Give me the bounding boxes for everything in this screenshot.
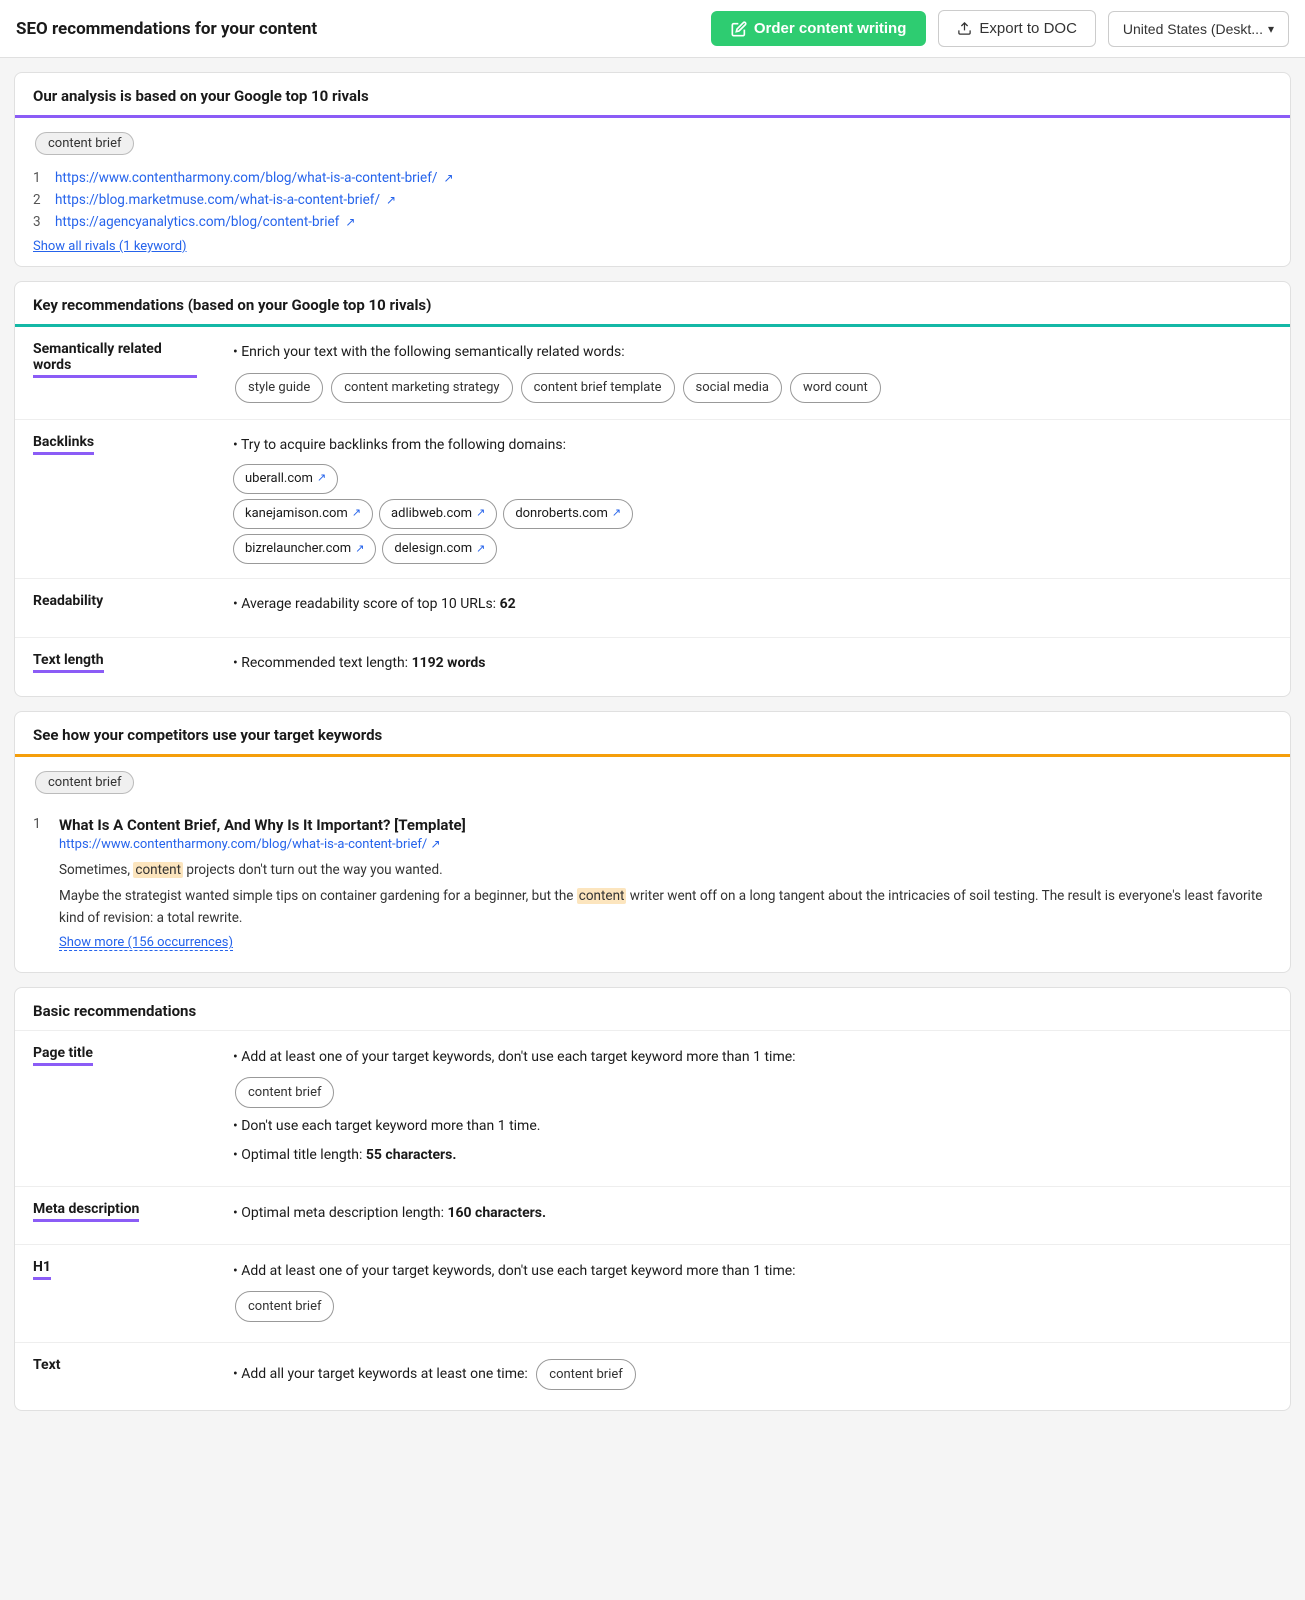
semantically-tags-row: style guide content marketing strategy c… (233, 371, 1272, 405)
competitor-item-1: 1 What Is A Content Brief, And Why Is It… (33, 806, 1272, 961)
meta-description-label: Meta description (15, 1187, 215, 1245)
external-link-icon: ↗ (612, 504, 621, 523)
external-link-icon-3: ↗ (345, 215, 355, 229)
h1-tag-wrap: content brief (233, 1289, 1272, 1324)
key-rec-table: Semantically related words • Enrich your… (15, 327, 1290, 696)
page-title-tag-wrap: content brief (233, 1075, 1272, 1110)
competitors-keyword-tag[interactable]: content brief (35, 771, 134, 794)
competitor-excerpt-1: Sometimes, content projects don't turn o… (59, 860, 1272, 882)
competitors-heading: See how your competitors use your target… (15, 712, 1290, 757)
competitors-card: See how your competitors use your target… (14, 711, 1291, 974)
external-link-icon-comp: ↗ (431, 837, 441, 851)
page-title-content: • Add at least one of your target keywor… (215, 1031, 1290, 1186)
external-link-icon-2: ↗ (386, 193, 396, 207)
chevron-down-icon: ▾ (1268, 22, 1274, 36)
rivals-section-body: content brief 1 https://www.contentharmo… (15, 118, 1290, 266)
backlinks-content: • Try to acquire backlinks from the foll… (215, 419, 1290, 578)
sem-tag-1[interactable]: content marketing strategy (331, 373, 512, 403)
country-selector-button[interactable]: United States (Deskt... ▾ (1108, 11, 1289, 47)
competitors-tags: content brief (33, 769, 1272, 796)
sem-tag-2[interactable]: content brief template (521, 373, 675, 403)
competitor-rank-1: 1 (33, 816, 49, 832)
export-to-doc-button[interactable]: Export to DOC (938, 10, 1096, 47)
backlink-tag-3[interactable]: donroberts.com ↗ (503, 499, 633, 529)
competitor-excerpt-2: Maybe the strategist wanted simple tips … (59, 886, 1272, 929)
sem-tag-0[interactable]: style guide (235, 373, 323, 403)
text-length-content: • Recommended text length: 1192 words (215, 637, 1290, 695)
text-label: Text (15, 1343, 215, 1411)
key-rec-card: Key recommendations (based on your Googl… (14, 281, 1291, 697)
rival-item-2: 2 https://blog.marketmuse.com/what-is-a-… (33, 189, 1272, 211)
page-header: SEO recommendations for your content Ord… (0, 0, 1305, 58)
text-length-label: Text length (15, 637, 215, 695)
backlinks-row-3: bizrelauncher.com ↗ delesign.com ↗ (233, 534, 1272, 564)
backlink-tag-5[interactable]: delesign.com ↗ (382, 534, 497, 564)
competitor-url-1: https://www.contentharmony.com/blog/what… (59, 837, 1272, 852)
competitors-body: content brief 1 What Is A Content Brief,… (15, 757, 1290, 973)
page-title-keyword-tag[interactable]: content brief (235, 1077, 334, 1108)
text-row: Text • Add all your target keywords at l… (15, 1343, 1290, 1411)
rivals-keyword-tag[interactable]: content brief (35, 132, 134, 155)
semantically-related-row: Semantically related words • Enrich your… (15, 327, 1290, 419)
rivals-card-heading: Our analysis is based on your Google top… (15, 73, 1290, 118)
page-title: SEO recommendations for your content (16, 19, 699, 39)
external-link-icon: ↗ (476, 540, 485, 559)
order-content-writing-button[interactable]: Order content writing (711, 11, 927, 46)
rival-item-3: 3 https://agencyanalytics.com/blog/conte… (33, 211, 1272, 233)
competitor-link-1[interactable]: https://www.contentharmony.com/blog/what… (59, 837, 427, 852)
semantically-related-label: Semantically related words (15, 327, 215, 419)
page-title-label: Page title (15, 1031, 215, 1186)
readability-content: • Average readability score of top 10 UR… (215, 578, 1290, 637)
competitor-title-1: What Is A Content Brief, And Why Is It I… (59, 816, 1272, 834)
h1-label: H1 (15, 1245, 215, 1343)
external-link-icon: ↗ (317, 469, 326, 488)
sem-tag-4[interactable]: word count (790, 373, 881, 403)
show-all-rivals-link[interactable]: Show all rivals (1 keyword) (33, 239, 187, 254)
h1-content: • Add at least one of your target keywor… (215, 1245, 1290, 1343)
readability-label: Readability (15, 578, 215, 637)
rivals-tags: content brief (33, 130, 1272, 157)
upload-icon (957, 21, 972, 36)
rivals-list: 1 https://www.contentharmony.com/blog/wh… (33, 167, 1272, 233)
external-link-icon-1: ↗ (443, 171, 453, 185)
highlight-content-2: content (577, 888, 627, 904)
basic-rec-table: Page title • Add at least one of your ta… (15, 1031, 1290, 1410)
main-content: Our analysis is based on your Google top… (0, 58, 1305, 1425)
backlink-tag-0[interactable]: uberall.com ↗ (233, 464, 338, 494)
h1-row: H1 • Add at least one of your target key… (15, 1245, 1290, 1343)
rival-link-3[interactable]: https://agencyanalytics.com/blog/content… (55, 214, 339, 230)
rival-link-2[interactable]: https://blog.marketmuse.com/what-is-a-co… (55, 192, 380, 208)
text-keyword-tag[interactable]: content brief (536, 1359, 635, 1390)
basic-rec-card: Basic recommendations Page title • Add a… (14, 987, 1291, 1411)
external-link-icon: ↗ (355, 540, 364, 559)
backlinks-label: Backlinks (15, 419, 215, 578)
rival-link-1[interactable]: https://www.contentharmony.com/blog/what… (55, 170, 437, 186)
key-rec-heading: Key recommendations (based on your Googl… (15, 282, 1290, 327)
semantically-related-content: • Enrich your text with the following se… (215, 327, 1290, 419)
external-link-icon: ↗ (352, 504, 361, 523)
backlink-tag-4[interactable]: bizrelauncher.com ↗ (233, 534, 376, 564)
meta-description-content: • Optimal meta description length: 160 c… (215, 1187, 1290, 1245)
rival-item-1: 1 https://www.contentharmony.com/blog/wh… (33, 167, 1272, 189)
text-length-row: Text length • Recommended text length: 1… (15, 637, 1290, 695)
basic-rec-heading: Basic recommendations (15, 988, 1290, 1031)
readability-row: Readability • Average readability score … (15, 578, 1290, 637)
edit-icon (731, 21, 747, 37)
backlink-tag-2[interactable]: adlibweb.com ↗ (379, 499, 497, 529)
backlink-tag-1[interactable]: kanejamison.com ↗ (233, 499, 373, 529)
text-content: • Add all your target keywords at least … (215, 1343, 1290, 1411)
highlight-content-1: content (133, 862, 183, 878)
backlinks-row-2: kanejamison.com ↗ adlibweb.com ↗ donrobe… (233, 499, 1272, 529)
rivals-card: Our analysis is based on your Google top… (14, 72, 1291, 267)
backlinks-row-1: uberall.com ↗ (233, 464, 1272, 494)
show-more-occurrences-link[interactable]: Show more (156 occurrences) (59, 935, 233, 951)
external-link-icon: ↗ (476, 504, 485, 523)
backlinks-bullet: • Try to acquire backlinks from the foll… (233, 434, 1272, 458)
backlinks-row: Backlinks • Try to acquire backlinks fro… (15, 419, 1290, 578)
semantically-bullet: • Enrich your text with the following se… (233, 341, 1272, 365)
page-title-row: Page title • Add at least one of your ta… (15, 1031, 1290, 1186)
sem-tag-3[interactable]: social media (683, 373, 782, 403)
meta-description-row: Meta description • Optimal meta descript… (15, 1187, 1290, 1245)
h1-keyword-tag[interactable]: content brief (235, 1291, 334, 1322)
